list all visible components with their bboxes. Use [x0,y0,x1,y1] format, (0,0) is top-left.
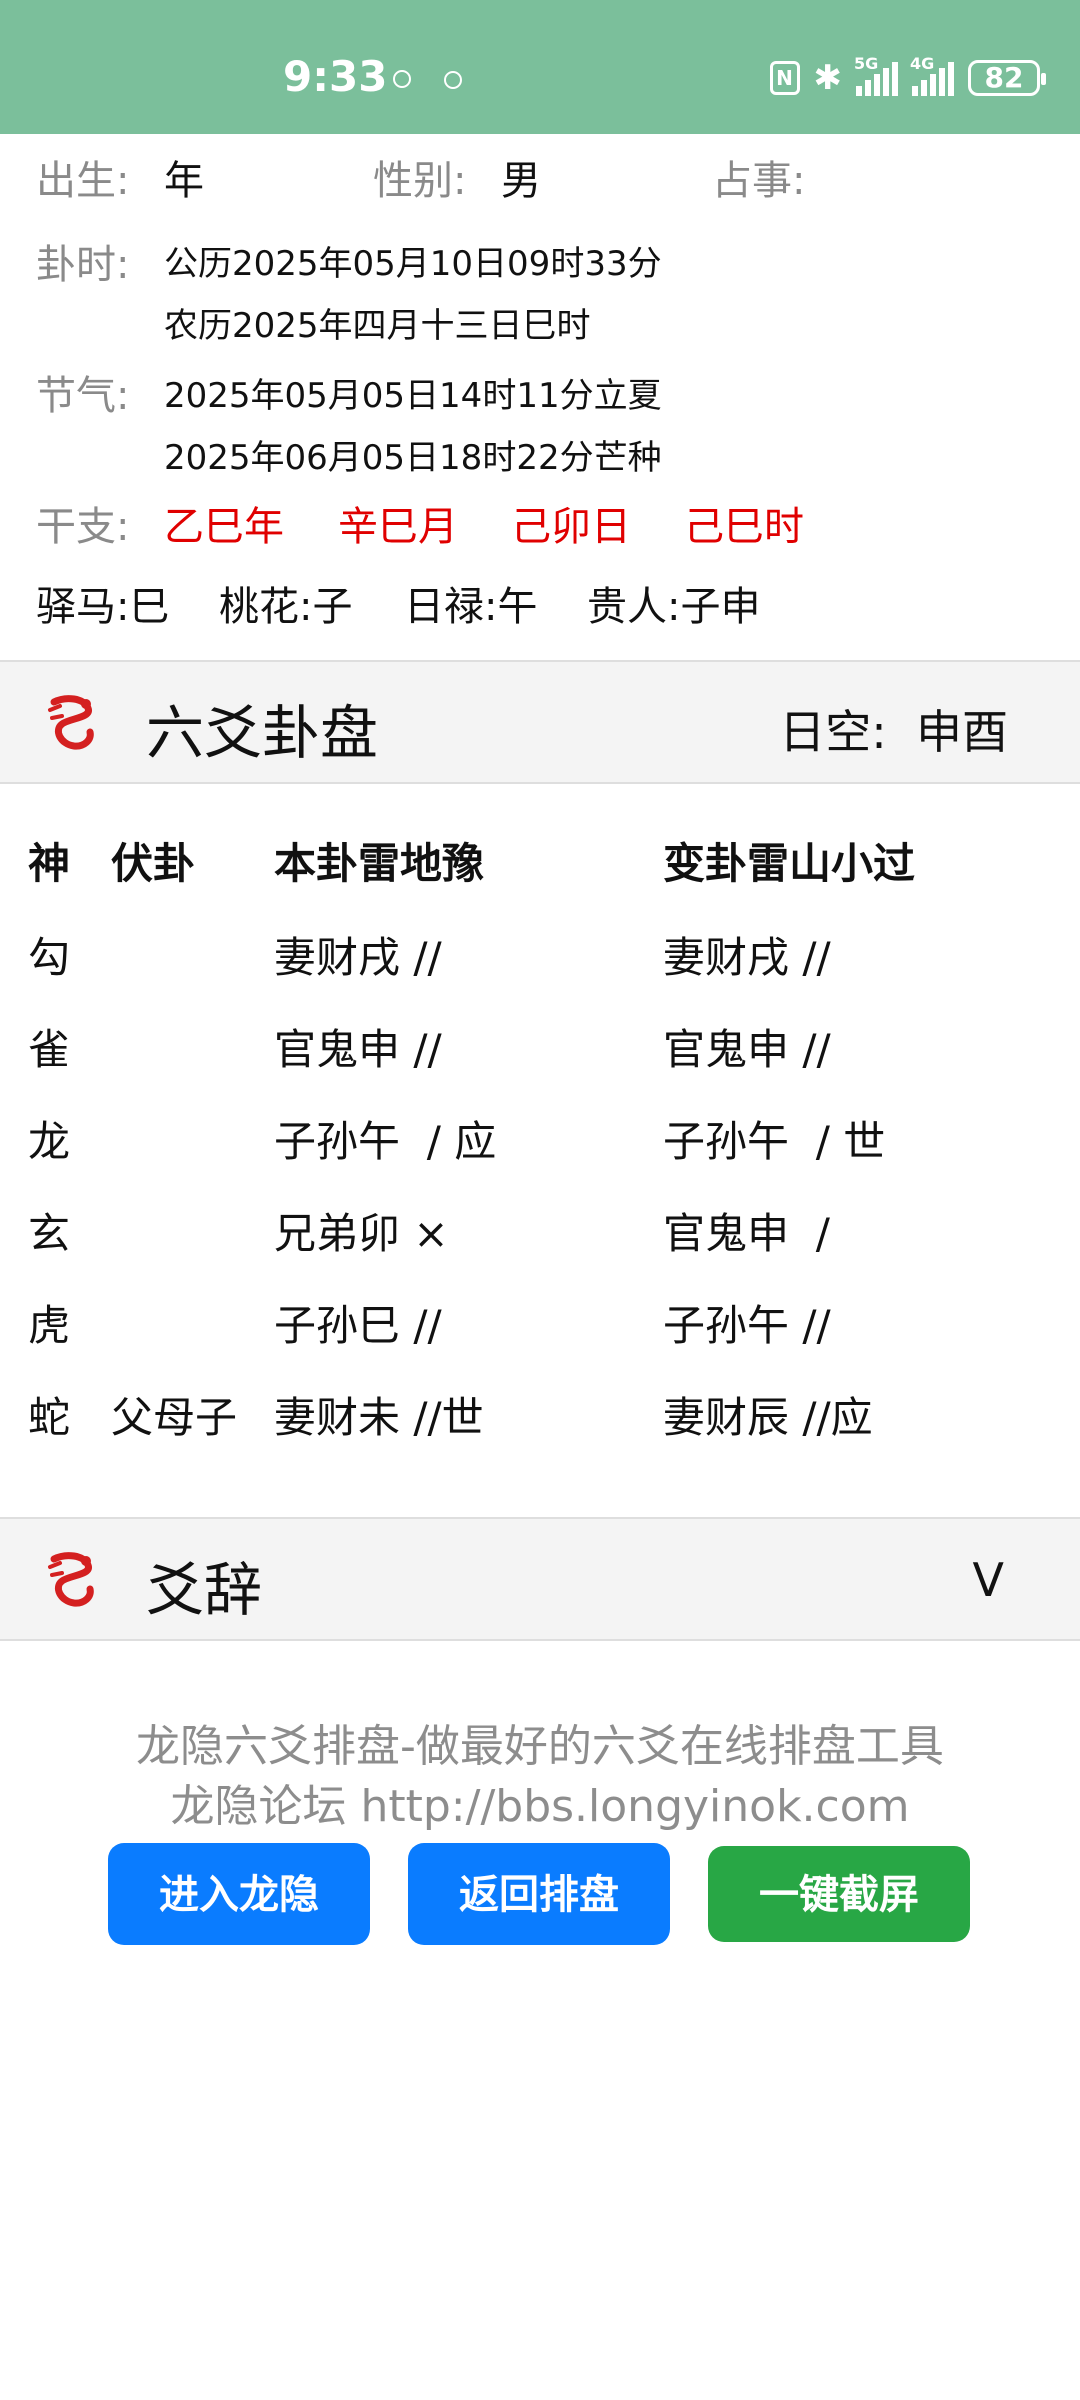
extra-salary: 日禄:午 [404,584,538,630]
time-label: 卦时: [36,242,130,288]
solar-term-1: 2025年05月05日14时11分立夏 [164,376,662,416]
ganzhi-year: 乙巳年 [164,504,284,550]
yaoci-section-title: 爻辞 [146,1556,263,1624]
nfc-icon: N [769,61,800,95]
solar-term-label: 节气: [36,373,130,419]
signal-4g-label: 4G [910,54,935,73]
ganzhi-month: 辛巳月 [338,504,458,550]
status-icons: N ✱ 5G 4G 82 [769,54,1046,101]
row-changed: 官鬼申 // [663,1025,831,1074]
row-main: 子孙巳 // [274,1301,442,1350]
bluetooth-icon: ✱ [813,58,843,98]
globe-icon [444,71,462,89]
row-changed: 官鬼申 / [663,1209,830,1258]
row-god: 玄 [28,1209,71,1258]
gender-label: 性别: [373,158,467,204]
ganzhi-day: 己卯日 [511,504,631,550]
row-changed: 妻财辰 //应 [663,1393,873,1442]
ganzhi-label: 干支: [36,504,130,550]
extra-peach: 桃花:子 [219,584,353,630]
row-main: 兄弟卯 × [274,1209,449,1258]
header-main: 本卦雷地豫 [274,839,485,888]
hexagram-section-title: 六爻卦盘 [146,699,379,767]
birth-value: 年 [164,158,204,204]
row-god: 雀 [28,1025,71,1074]
header-god: 神 [28,839,71,888]
row-main: 妻财未 //世 [274,1393,484,1442]
row-main: 官鬼申 // [274,1025,442,1074]
hexagram-section-header: 六爻卦盘 日空: 申酉 [0,660,1080,784]
row-changed: 子孙午 // [663,1301,831,1350]
row-hidden: 父母子 [111,1393,238,1442]
footer-forum-link[interactable]: 龙隐论坛 http://bbs.longyinok.com [0,1770,1080,1834]
birth-label: 出生: [36,158,130,204]
gender-value: 男 [501,158,541,204]
signal-4g-icon: 4G [910,54,954,96]
status-bar: 9:33 N ✱ 5G 4G 82 [0,0,1080,134]
row-changed: 子孙午 / 世 [663,1117,886,1166]
matter-label: 占事: [712,158,806,204]
back-to-chart-button[interactable]: 返回排盘 [408,1843,670,1945]
row-main: 子孙午 / 应 [274,1117,497,1166]
day-void-value: 申酉 [916,705,1008,759]
day-void-label: 日空: [779,705,887,759]
row-main: 妻财戌 // [274,933,442,982]
signal-5g-label: 5G [854,54,879,73]
status-time: 9:33 [283,52,388,101]
dragon-logo-icon [48,1552,94,1607]
gregorian-date: 公历2025年05月10日09时33分 [164,244,662,284]
battery-icon: 82 [968,60,1046,96]
signal-5g-icon: 5G [854,54,898,96]
header-hidden: 伏卦 [111,839,196,888]
solar-term-2: 2025年06月05日18时22分芒种 [164,438,662,478]
day-void: 日空: 申酉 [779,696,1008,762]
yaoci-section-header[interactable]: 爻辞 V [0,1517,1080,1641]
ganzhi-hour: 己巳时 [684,504,804,550]
lunar-date: 农历2025年四月十三日巳时 [164,306,591,346]
row-changed: 妻财戌 // [663,933,831,982]
row-god: 虎 [28,1301,71,1350]
header-changed: 变卦雷山小过 [663,839,916,888]
row-god: 蛇 [28,1393,71,1442]
row-god: 勾 [28,933,71,982]
row-god: 龙 [28,1117,71,1166]
dragon-logo-icon [48,695,94,750]
extra-horse: 驿马:巳 [36,584,170,630]
enter-longyin-button[interactable]: 进入龙隐 [108,1843,370,1945]
notification-dot-icon [393,70,411,88]
extra-noble: 贵人:子申 [587,584,761,630]
screenshot-button[interactable]: 一键截屏 [708,1846,970,1942]
footer-tagline: 龙隐六爻排盘-做最好的六爻在线排盘工具 [136,1721,944,1772]
expand-toggle-icon[interactable]: V [973,1553,1004,1607]
